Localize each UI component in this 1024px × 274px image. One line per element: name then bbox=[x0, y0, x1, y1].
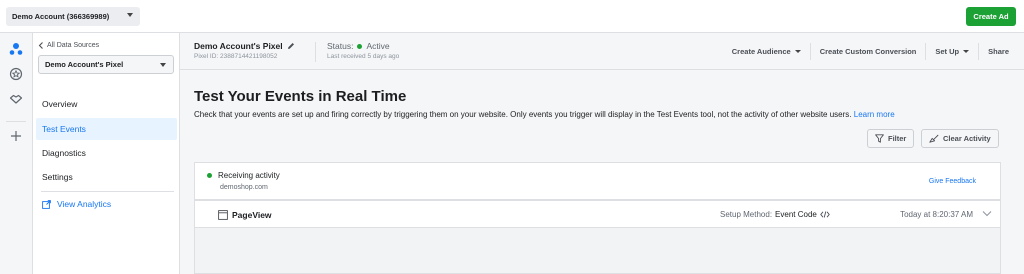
status-dot-icon bbox=[357, 43, 363, 49]
broom-icon bbox=[929, 134, 939, 143]
view-analytics-link[interactable]: View Analytics bbox=[42, 199, 111, 209]
filter-icon bbox=[875, 134, 884, 143]
event-time: Today at 8:20:37 AM bbox=[900, 210, 973, 219]
setup-method-value: Event Code bbox=[775, 210, 817, 219]
caret-down-icon bbox=[160, 63, 166, 67]
chevron-down-icon[interactable] bbox=[982, 210, 992, 217]
status-prefix: Status: bbox=[327, 41, 354, 51]
filter-button[interactable]: Filter bbox=[867, 129, 915, 148]
clear-activity-button[interactable]: Clear Activity bbox=[921, 129, 999, 148]
handshake-icon[interactable] bbox=[8, 91, 24, 107]
clear-activity-label: Clear Activity bbox=[943, 134, 991, 143]
caret-down-icon bbox=[963, 50, 970, 53]
event-details-area bbox=[194, 228, 1001, 274]
badge-icon[interactable] bbox=[8, 66, 24, 82]
page-description: Check that your events are set up and fi… bbox=[194, 110, 895, 119]
pixel-name: Demo Account's Pixel bbox=[194, 41, 295, 51]
sidebar-item-settings[interactable]: Settings bbox=[36, 166, 177, 188]
sidebar-item-overview[interactable]: Overview bbox=[36, 93, 177, 115]
account-selector[interactable]: Demo Account (366369989) bbox=[6, 7, 140, 26]
external-link-icon bbox=[42, 199, 51, 209]
sidebar-divider bbox=[41, 191, 174, 192]
sidebar-item-test-events[interactable]: Test Events bbox=[36, 118, 177, 140]
page-title: Test Your Events in Real Time bbox=[194, 88, 407, 105]
top-bar: Demo Account (366369989) Create Ad bbox=[0, 0, 1024, 33]
chevron-left-icon bbox=[38, 42, 43, 49]
learn-more-link[interactable]: Learn more bbox=[854, 110, 895, 119]
side-panel: All Data Sources Demo Account's Pixel Ov… bbox=[33, 33, 180, 274]
sidebar-item-diagnostics[interactable]: Diagnostics bbox=[36, 142, 177, 164]
create-ad-button[interactable]: Create Ad bbox=[966, 7, 1016, 26]
sidebar-item-label: Test Events bbox=[42, 124, 86, 134]
activity-status: Receiving activity bbox=[207, 171, 280, 180]
view-analytics-label: View Analytics bbox=[57, 199, 112, 209]
setup-method: Setup Method: Event Code bbox=[720, 210, 830, 219]
event-name: PageView bbox=[232, 210, 272, 220]
filter-label: Filter bbox=[888, 134, 907, 143]
rail-divider bbox=[6, 121, 26, 122]
pixel-name-text: Demo Account's Pixel bbox=[194, 41, 283, 51]
events-manager-icon[interactable] bbox=[8, 41, 24, 57]
give-feedback-link[interactable]: Give Feedback bbox=[929, 178, 976, 185]
code-icon bbox=[820, 211, 830, 218]
account-label: Demo Account (366369989) bbox=[12, 12, 110, 21]
sidebar-item-label: Diagnostics bbox=[42, 148, 86, 158]
activity-status-text: Receiving activity bbox=[218, 171, 280, 180]
set-up-label: Set Up bbox=[935, 47, 960, 56]
sidebar-item-label: Settings bbox=[42, 172, 73, 182]
pixel-header: Demo Account's Pixel Pixel ID: 238871442… bbox=[180, 33, 1024, 70]
status-value: Active bbox=[366, 41, 390, 51]
status-dot-icon bbox=[207, 173, 212, 178]
activity-card: Receiving activity demoshop.com Give Fee… bbox=[194, 162, 1001, 200]
share-button[interactable]: Share bbox=[979, 42, 1018, 61]
sidebar-item-label: Overview bbox=[42, 99, 78, 109]
pixel-id: Pixel ID: 2388714421198052 bbox=[194, 53, 278, 60]
last-received: Last received 5 days ago bbox=[327, 53, 400, 60]
main-content: Demo Account's Pixel Pixel ID: 238871442… bbox=[180, 33, 1024, 274]
pixel-select-value: Demo Account's Pixel bbox=[45, 60, 124, 69]
create-audience-button[interactable]: Create Audience bbox=[723, 42, 810, 61]
all-data-sources-link[interactable]: All Data Sources bbox=[38, 42, 99, 49]
icon-rail bbox=[0, 33, 33, 274]
pixel-status: Status: Active bbox=[327, 41, 390, 51]
plus-icon[interactable] bbox=[8, 128, 24, 144]
back-label: All Data Sources bbox=[47, 42, 100, 49]
activity-domain: demoshop.com bbox=[220, 184, 268, 191]
description-text: Check that your events are set up and fi… bbox=[194, 110, 852, 119]
set-up-button[interactable]: Set Up bbox=[926, 42, 978, 61]
event-row[interactable]: PageView Setup Method: Event Code Today … bbox=[194, 200, 1001, 228]
header-actions: Create Audience Create Custom Conversion… bbox=[723, 42, 1018, 61]
create-audience-label: Create Audience bbox=[731, 47, 791, 56]
share-label: Share bbox=[988, 47, 1009, 56]
caret-down-icon bbox=[794, 50, 801, 53]
pencil-icon[interactable] bbox=[287, 42, 295, 50]
page-icon bbox=[218, 210, 228, 220]
setup-method-label: Setup Method: bbox=[720, 210, 773, 219]
create-custom-conversion-button[interactable]: Create Custom Conversion bbox=[811, 42, 926, 61]
create-conversion-label: Create Custom Conversion bbox=[819, 47, 917, 56]
pixel-selector[interactable]: Demo Account's Pixel bbox=[38, 55, 174, 74]
caret-down-icon bbox=[127, 13, 133, 17]
header-separator bbox=[315, 42, 316, 62]
